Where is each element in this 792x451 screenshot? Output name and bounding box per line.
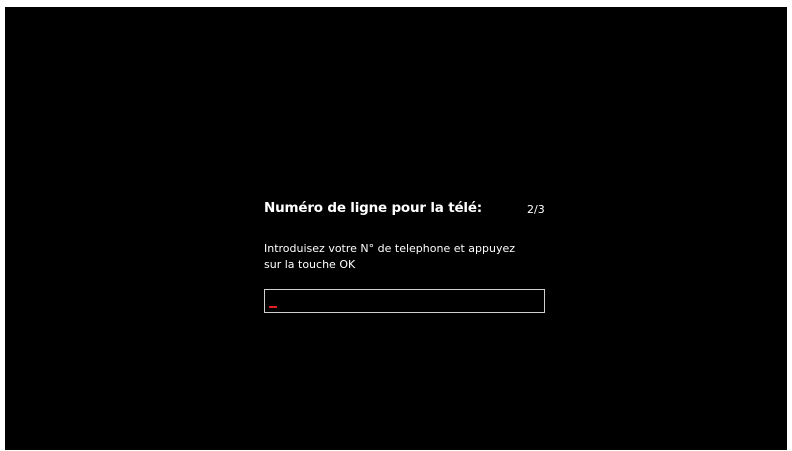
instructions-line-1: Introduisez votre N° de telephone et app… bbox=[264, 242, 516, 255]
text-cursor bbox=[269, 306, 277, 308]
phone-number-input[interactable] bbox=[264, 289, 545, 313]
dialog-header: Numéro de ligne pour la télé: 2/3 bbox=[264, 200, 564, 224]
phone-number-dialog: Numéro de ligne pour la télé: 2/3 Introd… bbox=[264, 200, 564, 313]
instructions-line-2: sur la touche OK bbox=[264, 258, 356, 271]
tv-screen: Numéro de ligne pour la télé: 2/3 Introd… bbox=[5, 7, 787, 450]
instructions-text: Introduisez votre N° de telephone et app… bbox=[264, 241, 564, 273]
step-indicator: 2/3 bbox=[527, 203, 545, 216]
dialog-title: Numéro de ligne pour la télé: bbox=[264, 200, 483, 216]
